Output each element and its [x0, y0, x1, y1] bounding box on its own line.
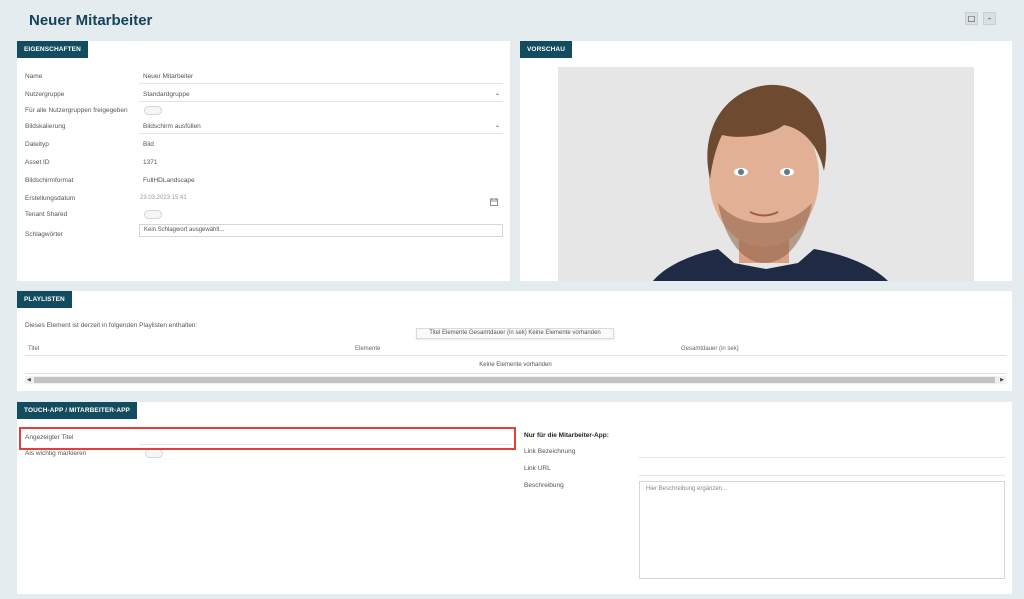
- page-title: Neuer Mitarbeiter: [29, 12, 153, 29]
- asset-id-value: 1371: [143, 159, 158, 166]
- freigegeben-label: Für alle Nutzergruppen freigegeben: [25, 107, 128, 114]
- nutzergruppe-select[interactable]: Standardgruppe: [143, 91, 190, 98]
- playlisten-tooltip: Titel Elemente Gesamtdauer (in sek) Kein…: [416, 328, 614, 339]
- column-header-gesamtdauer[interactable]: Gesamtdauer (in sek): [681, 346, 739, 352]
- preview-image: [558, 67, 974, 281]
- table-header: Titel Elemente Gesamtdauer (in sek): [25, 346, 1006, 356]
- scroll-left-icon[interactable]: ◀: [27, 376, 31, 384]
- scroll-right-icon[interactable]: ▶: [1000, 376, 1004, 384]
- playlisten-tab: PLAYLISTEN: [17, 291, 72, 308]
- table-empty-row: Keine Elemente vorhanden: [25, 357, 1006, 374]
- schlagwoerter-input[interactable]: Kein Schlagwort ausgewählt...: [139, 224, 503, 237]
- link-url-input[interactable]: [639, 475, 1005, 476]
- chevron-down-icon[interactable]: ⌄: [495, 90, 500, 97]
- column-header-titel[interactable]: Titel: [28, 346, 39, 352]
- wichtig-label: Als wichtig markieren: [25, 450, 87, 457]
- tenant-label: Tenant Shared: [25, 211, 68, 218]
- eigenschaften-panel: EIGENSCHAFTEN Name Neuer Mitarbeiter Nut…: [17, 41, 510, 281]
- touch-app-tab: TOUCH-APP / MITARBEITER-APP: [17, 402, 137, 419]
- asset-id-label: Asset ID: [25, 159, 50, 166]
- erstellungsdatum-value: 23.03.2023 15:41: [140, 195, 187, 201]
- nutzergruppe-label: Nutzergruppe: [25, 91, 65, 98]
- schlagwoerter-label: Schlagwörter: [25, 231, 63, 238]
- bildskalierung-label: Bildskalierung: [25, 123, 66, 130]
- bildskalierung-select[interactable]: Bildschirm ausfüllen: [143, 123, 201, 130]
- playlisten-panel: PLAYLISTEN Dieses Element ist derzeit in…: [17, 291, 1012, 391]
- beschreibung-label: Beschreibung: [524, 482, 564, 489]
- wichtig-toggle[interactable]: [145, 449, 163, 458]
- vorschau-tab: VORSCHAU: [520, 41, 572, 58]
- name-label: Name: [25, 73, 43, 80]
- chevron-down-icon[interactable]: ⌄: [495, 122, 500, 129]
- tenant-toggle[interactable]: [144, 210, 162, 219]
- nur-mitarbeiter-heading: Nur für die Mitarbeiter-App:: [524, 432, 609, 439]
- link-bezeichnung-label: Link Bezeichnung: [524, 448, 576, 455]
- horizontal-scrollbar[interactable]: ◀ ▶: [25, 376, 1006, 384]
- chat-icon[interactable]: □: [965, 12, 978, 25]
- vorschau-panel: VORSCHAU: [520, 41, 1012, 281]
- link-url-label: Link URL: [524, 465, 551, 472]
- bildschirmformat-label: Bildschirmformat: [25, 177, 74, 184]
- top-icons: □ –: [965, 12, 996, 25]
- highlight-box: [19, 427, 516, 450]
- freigegeben-toggle[interactable]: [144, 106, 162, 115]
- scrollbar-thumb[interactable]: [34, 377, 995, 383]
- minimize-icon[interactable]: –: [983, 12, 996, 25]
- link-bezeichnung-input[interactable]: [639, 457, 1005, 458]
- beschreibung-textarea[interactable]: Hier Beschreibung ergänzen...: [639, 481, 1005, 579]
- playlisten-description: Dieses Element ist derzeit in folgenden …: [25, 322, 198, 329]
- dateityp-label: Dateityp: [25, 141, 49, 148]
- bildschirmformat-value: FullHDLandscape: [143, 177, 195, 184]
- eigenschaften-tab: EIGENSCHAFTEN: [17, 41, 88, 58]
- column-header-elemente[interactable]: Elemente: [355, 346, 380, 352]
- dateityp-value: Bild: [143, 141, 154, 148]
- calendar-icon[interactable]: [490, 193, 498, 206]
- erstellungsdatum-label: Erstellungsdatum: [25, 195, 76, 202]
- name-input[interactable]: Neuer Mitarbeiter: [143, 73, 193, 80]
